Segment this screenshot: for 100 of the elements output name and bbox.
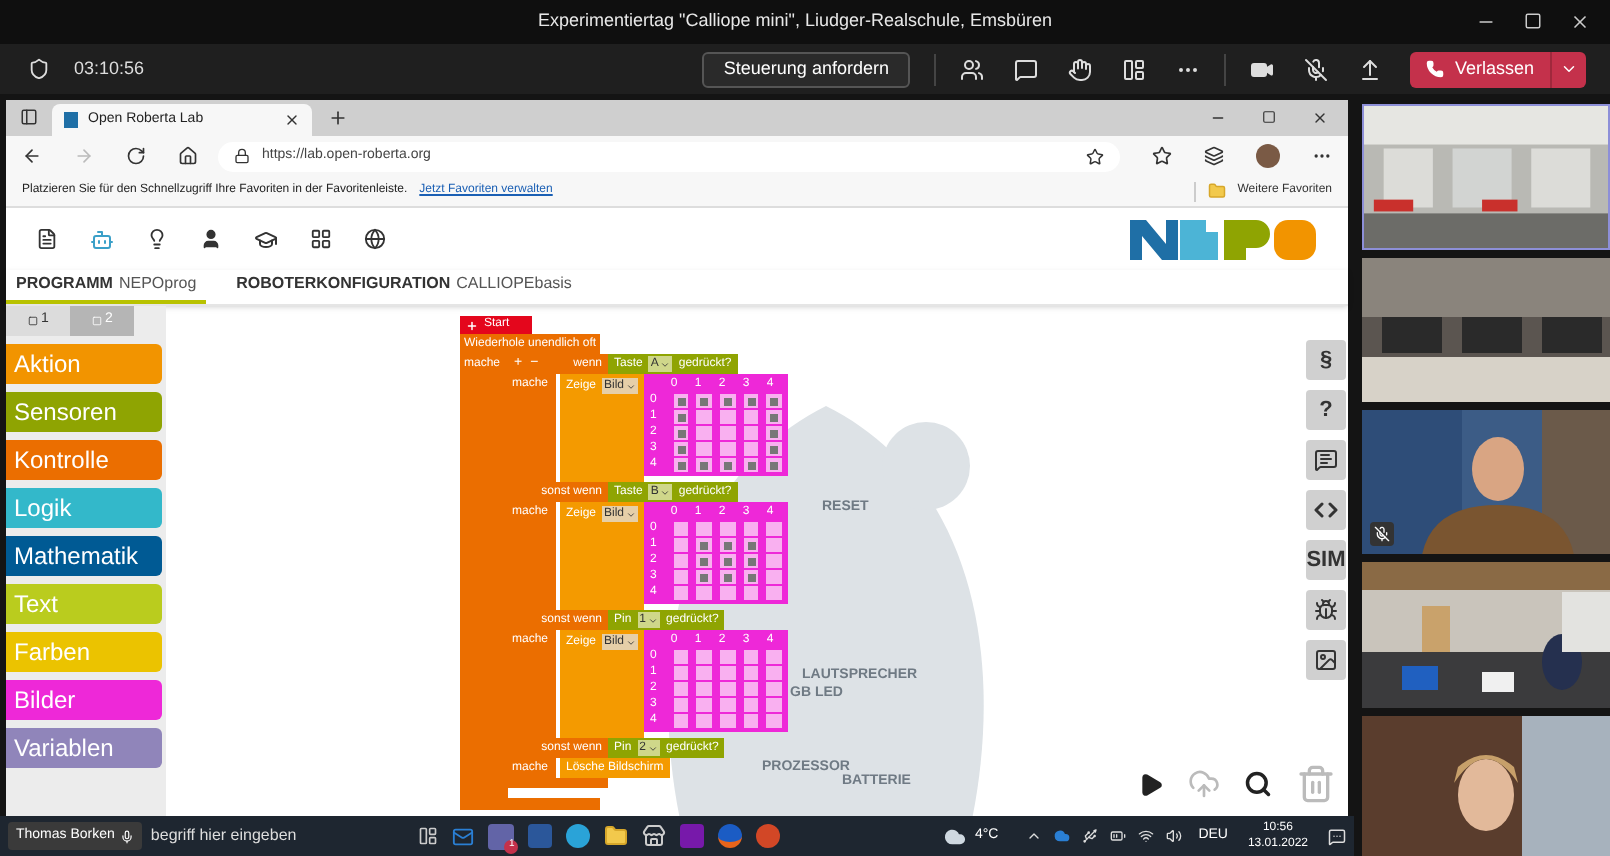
pixel-cell[interactable]: [766, 458, 782, 472]
file-icon[interactable]: [36, 228, 58, 250]
pixel-cell[interactable]: [720, 682, 736, 696]
collections-icon[interactable]: [1204, 146, 1224, 166]
usb-icon[interactable]: [1082, 828, 1099, 844]
pixel-cell[interactable]: [696, 458, 713, 472]
leave-button[interactable]: Verlassen: [1410, 51, 1550, 87]
chat-icon[interactable]: [1014, 57, 1039, 81]
leave-options-button[interactable]: [1550, 51, 1586, 87]
pixel-cell[interactable]: [766, 442, 782, 456]
robot-icon[interactable]: [90, 227, 114, 251]
pixel-cell[interactable]: [696, 538, 713, 552]
pixel-cell[interactable]: [766, 554, 782, 568]
pixel-cell[interactable]: [696, 714, 713, 728]
grid-icon[interactable]: [310, 228, 332, 250]
pixel-cell[interactable]: [673, 698, 689, 712]
pixel-cell[interactable]: [673, 554, 689, 568]
pixel-cell[interactable]: [673, 394, 689, 408]
cloud-icon[interactable]: [1054, 828, 1071, 844]
tab-actions-icon[interactable]: [20, 108, 38, 126]
pixel-cell[interactable]: [673, 570, 689, 584]
pixel-cell[interactable]: [766, 538, 782, 552]
pixel-cell[interactable]: [720, 458, 736, 472]
pixel-cell[interactable]: [720, 666, 736, 680]
pixel-cell[interactable]: [766, 714, 782, 728]
folder-app-icon[interactable]: [604, 824, 629, 848]
presentation-app-icon[interactable]: [756, 824, 781, 848]
pixel-cell[interactable]: [743, 714, 759, 728]
document-app-icon[interactable]: [528, 824, 553, 848]
mic-off-icon[interactable]: [1304, 57, 1329, 81]
favorites-icon[interactable]: [1152, 146, 1172, 166]
pixel-cell[interactable]: [673, 586, 689, 600]
pixel-cell[interactable]: [766, 650, 782, 664]
pixel-cell[interactable]: [696, 410, 713, 424]
pixel-cell[interactable]: [743, 682, 759, 696]
pixel-cell[interactable]: [696, 586, 713, 600]
forward-icon[interactable]: [74, 146, 94, 166]
pixel-cell[interactable]: [673, 538, 689, 552]
pixel-cell[interactable]: [720, 522, 736, 536]
notes-app-icon[interactable]: [680, 824, 705, 848]
pixel-cell[interactable]: [696, 698, 713, 712]
pixel-cell[interactable]: [743, 410, 759, 424]
pixel-cell[interactable]: [743, 586, 759, 600]
new-tab-icon[interactable]: [328, 108, 348, 128]
pixel-cell[interactable]: [696, 570, 713, 584]
pixel-cell[interactable]: [743, 650, 759, 664]
maximize-icon[interactable]: [1262, 110, 1276, 124]
pixel-cell[interactable]: [720, 650, 736, 664]
close-tab-icon[interactable]: [284, 112, 300, 128]
home-icon[interactable]: [178, 146, 198, 166]
pixel-cell[interactable]: [673, 410, 689, 424]
reload-icon[interactable]: [126, 146, 146, 166]
side-button[interactable]: ?: [1306, 390, 1346, 430]
pixel-cell[interactable]: [696, 666, 713, 680]
pixel-cell[interactable]: [720, 554, 736, 568]
side-button[interactable]: [1306, 640, 1346, 680]
pixel-cell[interactable]: [720, 570, 736, 584]
hand-icon[interactable]: [1068, 57, 1093, 81]
pixel-cell[interactable]: [696, 522, 713, 536]
close-icon[interactable]: [1312, 110, 1328, 126]
pixel-cell[interactable]: [766, 586, 782, 600]
trash-icon[interactable]: [1296, 764, 1336, 804]
back-icon[interactable]: [22, 146, 42, 166]
favorite-icon[interactable]: [1086, 147, 1104, 165]
upload-icon[interactable]: [1188, 768, 1220, 800]
app-icon[interactable]: [718, 824, 743, 848]
wifi-icon[interactable]: [1138, 828, 1155, 844]
pixel-cell[interactable]: [743, 538, 759, 552]
nav-tab[interactable]: ROBOTERKONFIGURATION CALLIOPEbasis: [226, 268, 582, 304]
pixel-cell[interactable]: [673, 714, 689, 728]
lightbulb-icon[interactable]: [146, 228, 168, 250]
pixel-cell[interactable]: [743, 442, 759, 456]
camera-icon[interactable]: [1250, 57, 1275, 81]
graduation-cap-icon[interactable]: [254, 227, 278, 251]
pixel-cell[interactable]: [766, 570, 782, 584]
pixel-cell[interactable]: [766, 682, 782, 696]
profile-avatar[interactable]: [1256, 144, 1280, 168]
pixel-cell[interactable]: [673, 650, 689, 664]
pixel-cell[interactable]: [696, 394, 713, 408]
side-button[interactable]: [1306, 490, 1346, 530]
pixel-cell[interactable]: [743, 394, 759, 408]
pixel-cell[interactable]: [743, 554, 759, 568]
layout-icon[interactable]: [1122, 57, 1147, 81]
pixel-cell[interactable]: [720, 538, 736, 552]
pixel-cell[interactable]: [743, 666, 759, 680]
share-icon[interactable]: [1358, 57, 1383, 81]
tray-expand-icon[interactable]: [1026, 828, 1043, 844]
mail-app-icon[interactable]: [452, 825, 475, 847]
pixel-cell[interactable]: [673, 682, 689, 696]
close-icon[interactable]: [1570, 12, 1591, 32]
pixel-cell[interactable]: [743, 570, 759, 584]
battery-icon[interactable]: [1110, 828, 1127, 844]
pixel-cell[interactable]: [696, 650, 713, 664]
request-control-button[interactable]: Steuerung anfordern: [701, 51, 911, 87]
pixel-cell[interactable]: [743, 458, 759, 472]
pixel-cell[interactable]: [720, 698, 736, 712]
pixel-cell[interactable]: [720, 394, 736, 408]
pixel-cell[interactable]: [673, 522, 689, 536]
pixel-cell[interactable]: [696, 442, 713, 456]
pixel-cell[interactable]: [720, 714, 736, 728]
